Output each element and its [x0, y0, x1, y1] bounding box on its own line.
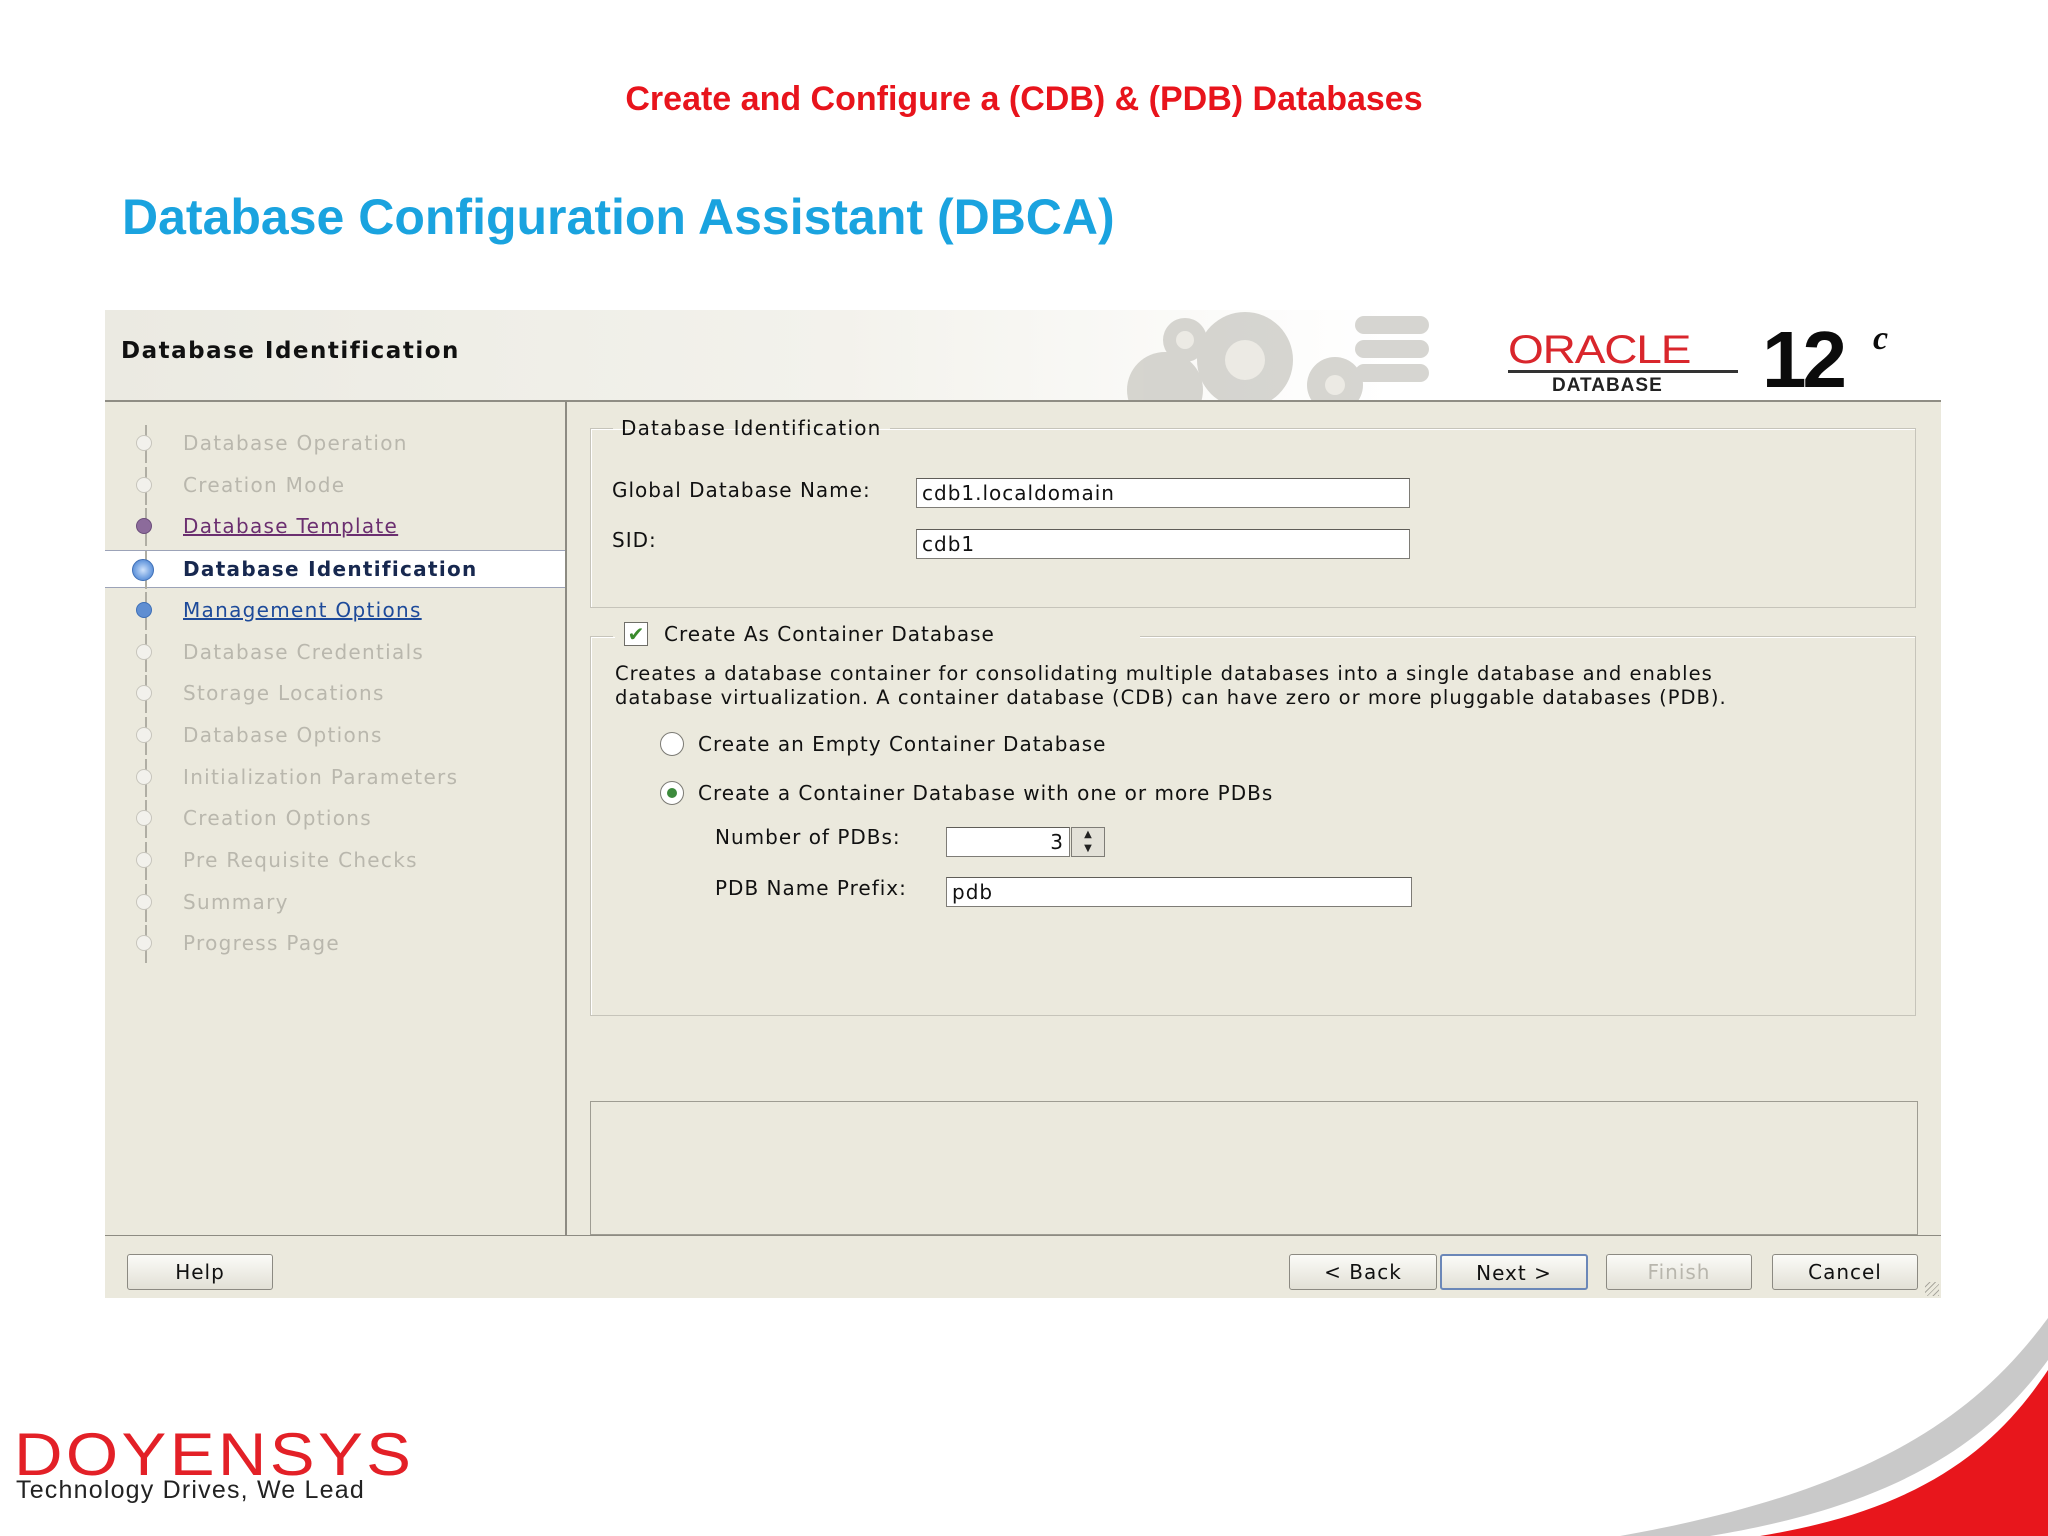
step-label: Database Operation: [183, 431, 408, 455]
step-label: Pre Requisite Checks: [183, 848, 418, 872]
step-status-icon: [136, 518, 152, 535]
pdb-prefix-label: PDB Name Prefix:: [715, 876, 907, 900]
step-management-options[interactable]: Management Options: [105, 591, 565, 630]
oracle-rule: [1508, 370, 1738, 373]
back-button[interactable]: < Back: [1289, 1254, 1437, 1290]
step-database-identification[interactable]: Database Identification: [105, 550, 565, 590]
empty-cdb-radio[interactable]: [660, 732, 684, 756]
step-status-icon: [136, 893, 152, 910]
sid-input[interactable]: cdb1: [916, 529, 1410, 559]
step-creation-mode: Creation Mode: [105, 466, 565, 505]
num-pdbs-label: Number of PDBs:: [715, 825, 901, 849]
step-label: Database Identification: [183, 557, 478, 582]
empty-cdb-label[interactable]: Create an Empty Container Database: [698, 732, 1106, 756]
sid-label: SID:: [612, 528, 657, 552]
finish-button[interactable]: Finish: [1606, 1254, 1752, 1290]
step-label: Creation Mode: [183, 472, 346, 497]
step-database-operation: Database Operation: [105, 425, 565, 463]
step-database-template[interactable]: Database Template: [105, 508, 565, 547]
step-label: Creation Options: [183, 806, 372, 831]
step-database-credentials: Database Credentials: [105, 633, 565, 672]
step-storage-locations: Storage Locations: [105, 675, 565, 714]
step-status-icon: [136, 601, 152, 618]
step-label: Initialization Parameters: [183, 764, 459, 789]
cdb-with-pdbs-radio[interactable]: [660, 781, 684, 805]
global-name-input[interactable]: cdb1.localdomain: [916, 478, 1410, 508]
step-status-icon: [136, 643, 152, 660]
step-status-icon: [136, 435, 152, 451]
step-label: Database Options: [183, 722, 383, 747]
step-progress-page: Progress Page: [105, 925, 565, 964]
next-button[interactable]: Next >: [1440, 1254, 1588, 1290]
spinner-up-icon[interactable]: ▲: [1072, 828, 1104, 842]
step-label: Storage Locations: [183, 681, 385, 706]
pdb-prefix-input[interactable]: pdb: [946, 877, 1412, 907]
gears-decoration-icon: [1127, 312, 1429, 400]
step-label: Progress Page: [183, 931, 341, 956]
container-description-2: database virtualization. A container dat…: [615, 686, 1727, 709]
oracle-version: 12: [1762, 315, 1847, 404]
slide-top-title: Create and Configure a (CDB) & (PDB) Dat…: [625, 80, 1423, 118]
help-button[interactable]: Help: [127, 1254, 273, 1290]
footer-divider: [105, 1235, 1941, 1236]
oracle-logo: ORACLE DATABASE: [1508, 320, 1748, 396]
step-initialization-parameters: Initialization Parameters: [105, 758, 565, 797]
corner-swoosh-decoration: [1620, 1318, 2048, 1536]
resize-grip-icon[interactable]: [1925, 1282, 1939, 1296]
step-status-icon: [136, 476, 152, 493]
dbca-window: Database Identification ORACLE DATABASE: [105, 310, 1941, 1298]
container-checkbox-label[interactable]: Create As Container Database: [664, 622, 995, 646]
container-checkbox[interactable]: ✔: [624, 622, 648, 646]
step-status-icon: [136, 852, 152, 868]
num-pdbs-input[interactable]: 3: [946, 827, 1070, 857]
checkmark-icon: ✔: [627, 622, 645, 646]
identification-group: Database Identification: [590, 416, 1916, 608]
step-label: Management Options: [183, 597, 422, 622]
step-pre-requisite-checks: Pre Requisite Checks: [105, 842, 565, 880]
step-label: Database Credentials: [183, 639, 425, 664]
step-label: Database Template: [183, 514, 399, 539]
step-database-options: Database Options: [105, 716, 565, 755]
cancel-button[interactable]: Cancel: [1772, 1254, 1918, 1290]
messages-pane: [590, 1101, 1918, 1235]
step-status-icon: [132, 559, 154, 582]
step-creation-options: Creation Options: [105, 800, 565, 839]
global-name-label: Global Database Name:: [612, 478, 871, 502]
window-title: Database Identification: [121, 338, 460, 364]
identification-legend: Database Identification: [621, 416, 882, 440]
doyensys-logo: DOYENSYS Technology Drives, We Lead: [14, 1420, 494, 1510]
window-header: Database Identification ORACLE DATABASE: [105, 310, 1941, 404]
step-summary: Summary: [105, 883, 565, 922]
cdb-with-pdbs-label[interactable]: Create a Container Database with one or …: [698, 781, 1273, 805]
num-pdbs-spinner[interactable]: ▲ ▼: [1071, 827, 1105, 857]
slide-heading: Database Configuration Assistant (DBCA): [122, 189, 1115, 245]
step-status-icon: [136, 810, 152, 827]
step-label: Summary: [183, 889, 289, 914]
step-status-icon: [136, 768, 152, 785]
container-description-1: Creates a database container for consoli…: [615, 662, 1713, 685]
step-status-icon: [136, 935, 152, 952]
spinner-down-icon[interactable]: ▼: [1072, 842, 1104, 856]
oracle-version-suffix: c: [1873, 320, 1889, 357]
step-status-icon: [136, 726, 152, 743]
brand-tagline: Technology Drives, We Lead: [16, 1476, 365, 1504]
oracle-wordmark: ORACLE: [1508, 328, 1691, 372]
step-status-icon: [136, 685, 152, 702]
oracle-product: DATABASE: [1552, 375, 1663, 396]
steps-sidebar: Database Operation Creation Mode Database …: [105, 401, 567, 1235]
